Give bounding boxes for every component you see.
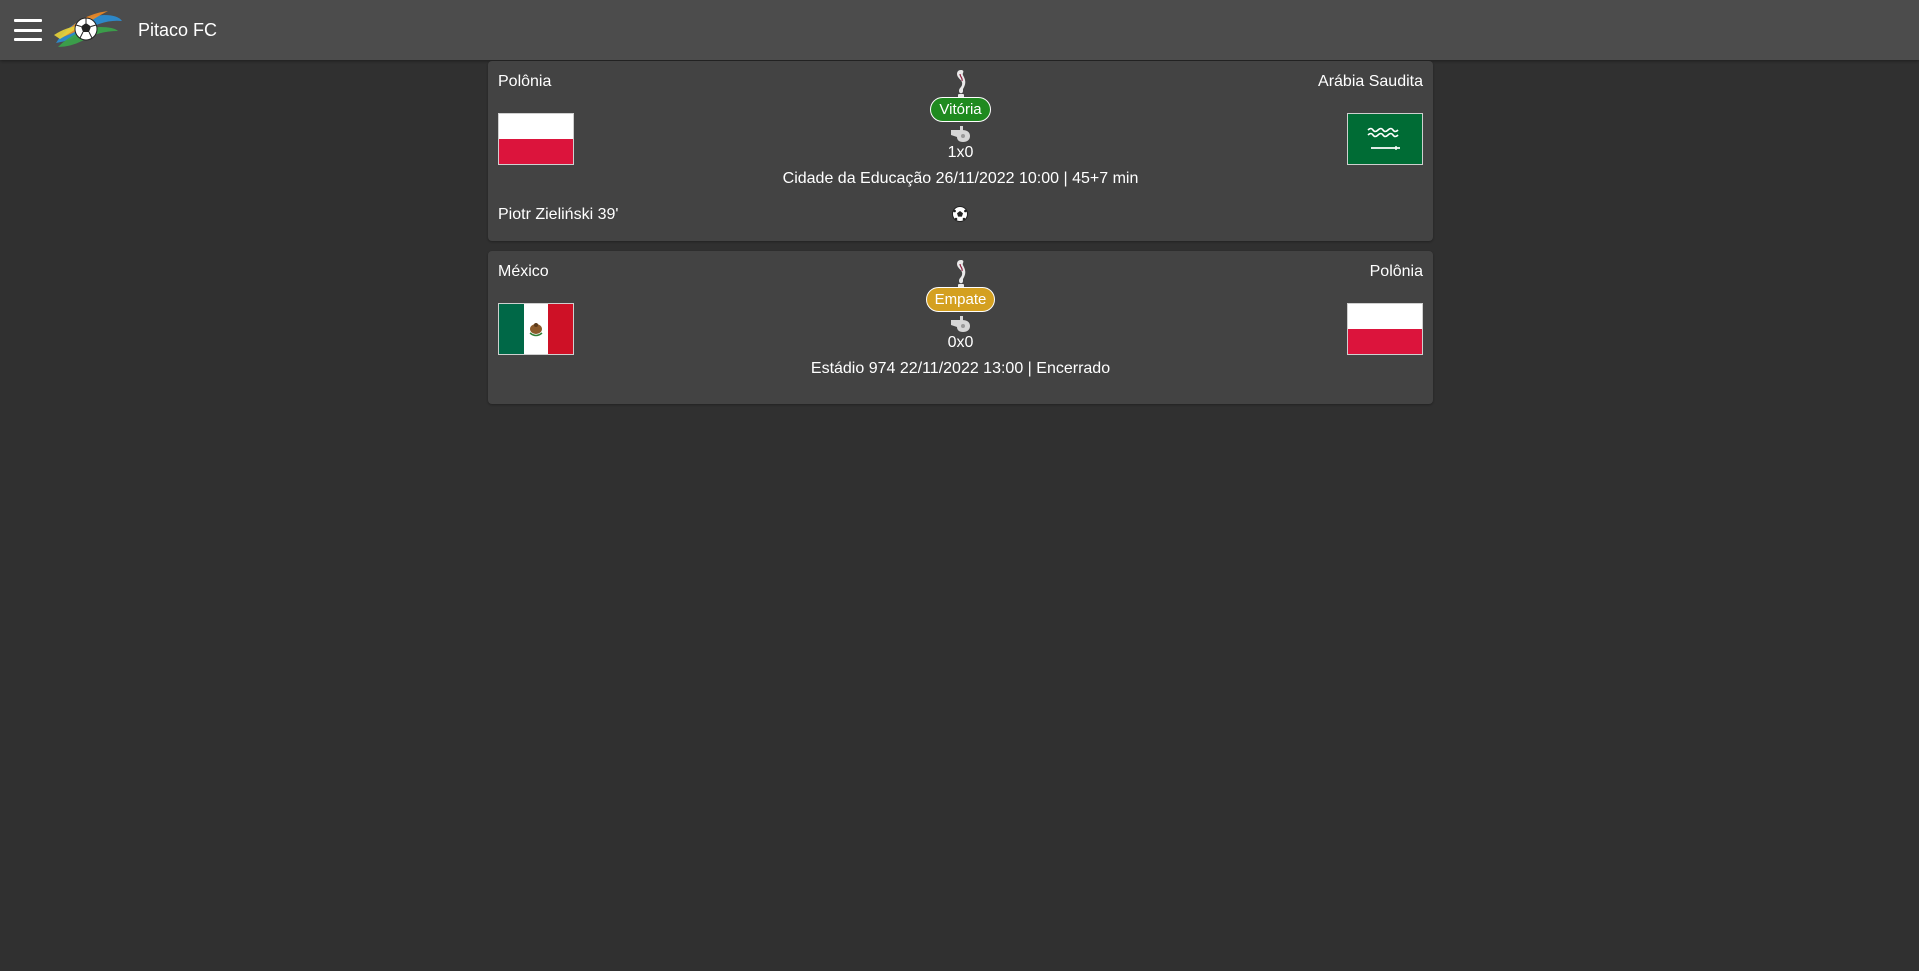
match-score: 0x0	[947, 334, 974, 351]
info-separator: |	[1027, 360, 1032, 377]
app-title: Pitaco FC	[138, 19, 218, 40]
result-badge: Empate	[925, 287, 996, 312]
trophy-icon	[956, 260, 965, 288]
venue-datetime: Cidade da Educação 26/11/2022 10:00	[782, 170, 1060, 187]
venue-datetime: Estádio 974 22/11/2022 13:00	[810, 360, 1024, 377]
info-separator: |	[1063, 170, 1068, 187]
whistle-icon	[950, 316, 970, 332]
menu-icon[interactable]	[14, 19, 42, 41]
app-logo[interactable]	[52, 7, 124, 53]
match-center: Empate 0x0 Estádio 974 22/11/2022 13:00 …	[488, 259, 1433, 378]
soccer-ball-icon	[952, 206, 968, 222]
match-center: Vitória 1x0 Cidade da Educação 26/11/202…	[488, 69, 1433, 188]
result-badge: Vitória	[930, 97, 991, 122]
top-app-bar: Pitaco FC	[0, 0, 1919, 60]
goal-scorer: Piotr Zieliński 39'	[498, 206, 619, 223]
match-card[interactable]: México Polônia Empate 0x0 Estádio 974 22…	[488, 251, 1433, 404]
match-status: 45+7 min	[1072, 170, 1139, 187]
trophy-icon	[956, 70, 965, 98]
match-info: Cidade da Educação 26/11/2022 10:00 | 45…	[783, 170, 1139, 188]
match-score: 1x0	[947, 144, 974, 161]
whistle-icon	[950, 126, 970, 142]
match-info: Estádio 974 22/11/2022 13:00 | Encerrado	[811, 360, 1110, 378]
match-card[interactable]: Polônia Arábia Saudita Vitória 1x0 Cidad…	[488, 61, 1433, 241]
match-status: Encerrado	[1036, 360, 1111, 377]
match-list: Polônia Arábia Saudita Vitória 1x0 Cidad…	[488, 61, 1433, 414]
